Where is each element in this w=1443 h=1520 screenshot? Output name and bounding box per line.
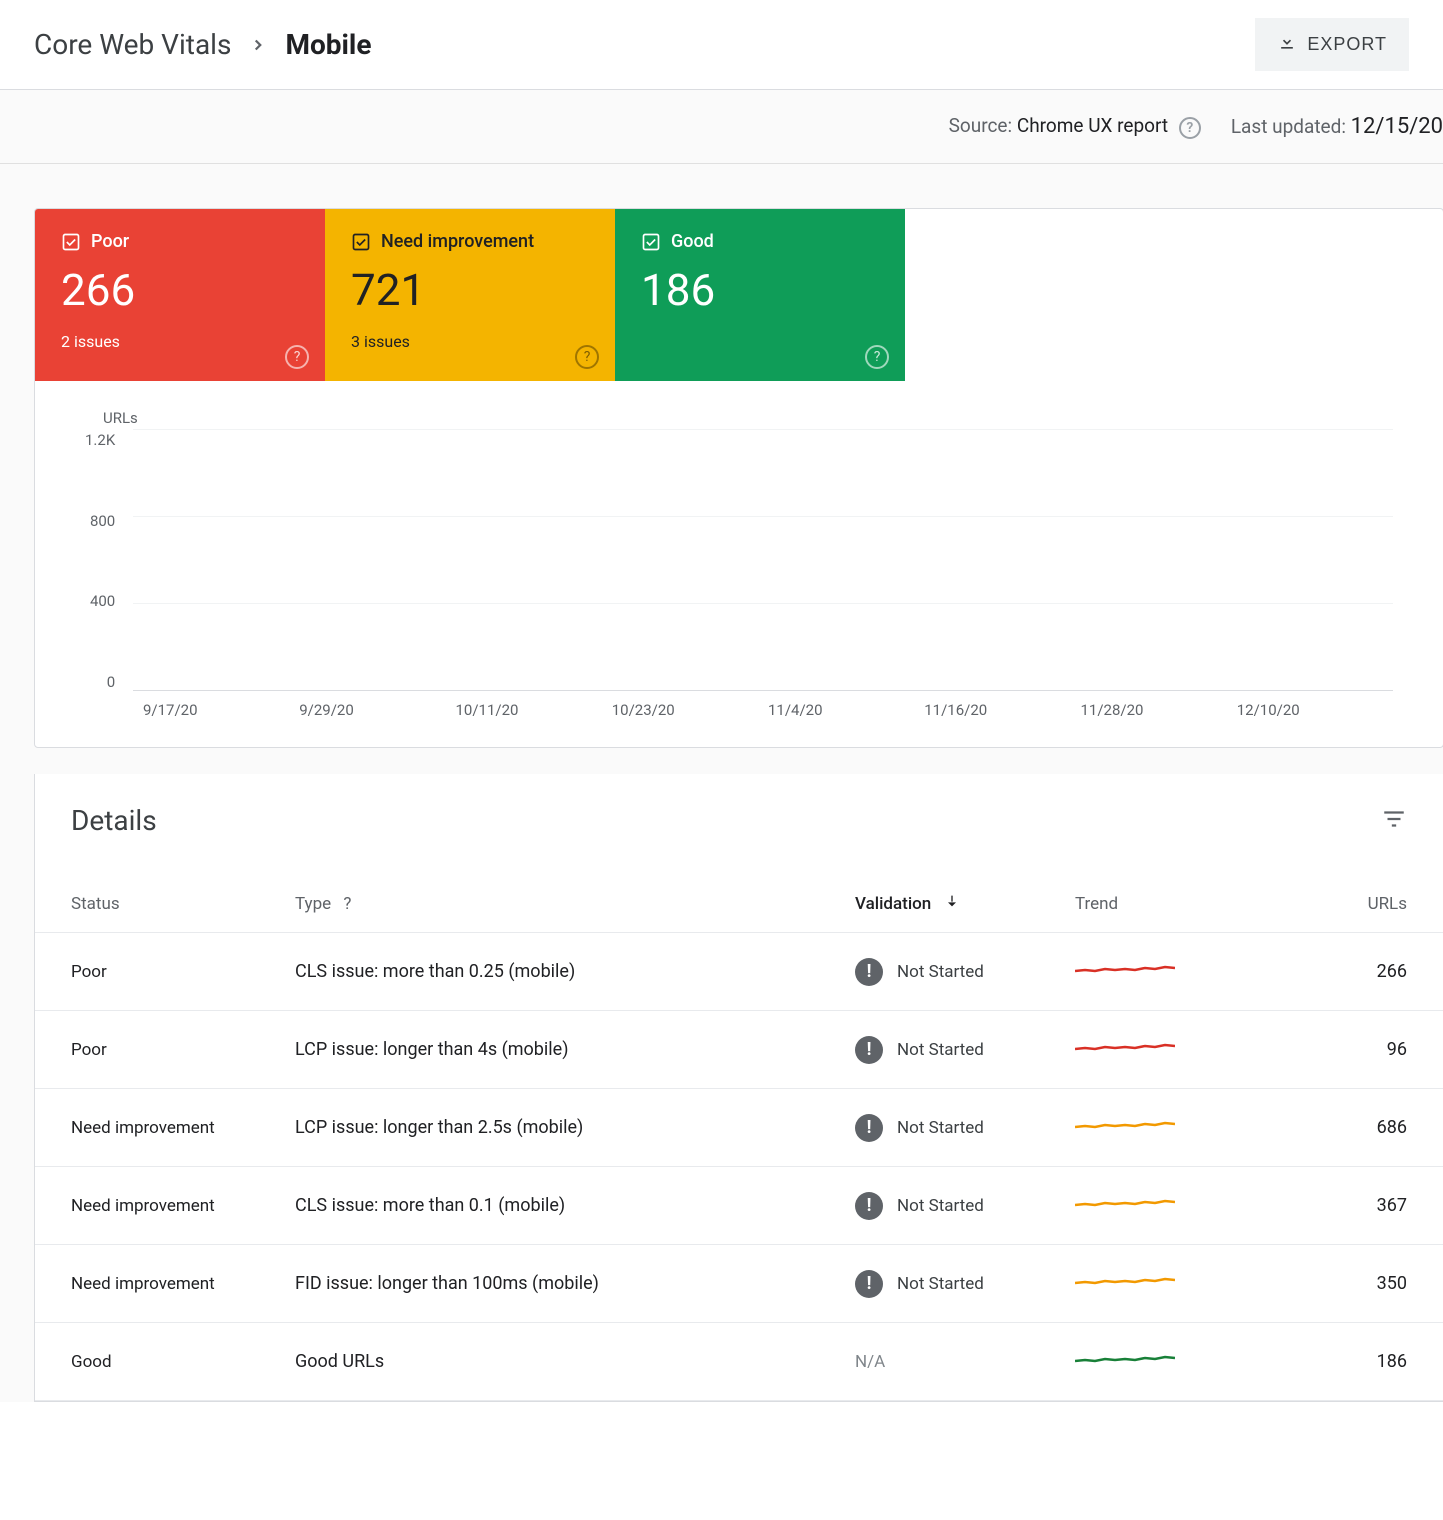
cell-trend	[1065, 1323, 1285, 1401]
summary-card: Poor 266 2 issues ? Need improvement 721…	[34, 208, 1443, 748]
cell-urls: 266	[1285, 933, 1443, 1011]
cell-validation: !Not Started	[845, 1011, 1065, 1089]
cell-trend	[1065, 933, 1285, 1011]
tile-issues: 2 issues	[61, 332, 299, 351]
meta-bar: Source: Chrome UX report ? Last updated:…	[0, 90, 1443, 164]
tile-count: 266	[61, 264, 299, 316]
cell-trend	[1065, 1167, 1285, 1245]
tile-count: 186	[641, 264, 879, 316]
alert-icon: !	[855, 1036, 883, 1064]
source-info: Source: Chrome UX report ?	[949, 114, 1201, 139]
details-title: Details	[71, 804, 157, 837]
cell-type: LCP issue: longer than 4s (mobile)	[285, 1011, 845, 1089]
cell-validation: !Not Started	[845, 1089, 1065, 1167]
cell-urls: 96	[1285, 1011, 1443, 1089]
download-icon	[1277, 32, 1297, 57]
tile-label: Poor	[91, 231, 129, 252]
cell-trend	[1065, 1011, 1285, 1089]
last-updated-value: 12/15/20	[1351, 114, 1443, 139]
col-header-urls[interactable]: URLs	[1285, 875, 1443, 933]
alert-icon: !	[855, 1270, 883, 1298]
alert-icon: !	[855, 958, 883, 986]
cell-status: Need improvement	[35, 1167, 285, 1245]
tile-count: 721	[351, 264, 589, 316]
cell-type: CLS issue: more than 0.1 (mobile)	[285, 1167, 845, 1245]
export-button[interactable]: EXPORT	[1255, 18, 1409, 71]
help-icon[interactable]: ?	[575, 345, 599, 369]
help-icon[interactable]: ?	[343, 894, 351, 914]
chart-plot-area	[133, 429, 1393, 691]
table-row[interactable]: Need improvementLCP issue: longer than 2…	[35, 1089, 1443, 1167]
cell-validation: !Not Started	[845, 1167, 1065, 1245]
cell-type: Good URLs	[285, 1323, 845, 1401]
table-row[interactable]: Need improvementFID issue: longer than 1…	[35, 1245, 1443, 1323]
chart-x-axis: 9/17/209/29/2010/11/2010/23/2011/4/2011/…	[143, 701, 1393, 719]
last-updated: Last updated: 12/15/20	[1231, 114, 1443, 139]
sort-descending-icon	[944, 893, 960, 914]
checkbox-checked-icon	[641, 232, 661, 252]
cell-type: LCP issue: longer than 2.5s (mobile)	[285, 1089, 845, 1167]
col-header-trend[interactable]: Trend	[1065, 875, 1285, 933]
chevron-right-icon	[249, 28, 267, 61]
cell-urls: 186	[1285, 1323, 1443, 1401]
cell-validation: !Not Started	[845, 933, 1065, 1011]
alert-icon: !	[855, 1114, 883, 1142]
col-header-type[interactable]: Type ?	[285, 875, 845, 933]
checkbox-checked-icon	[351, 232, 371, 252]
checkbox-checked-icon	[61, 232, 81, 252]
help-icon[interactable]: ?	[865, 345, 889, 369]
last-updated-label: Last updated:	[1231, 115, 1351, 138]
tile-poor[interactable]: Poor 266 2 issues ?	[35, 209, 325, 381]
summary-tiles: Poor 266 2 issues ? Need improvement 721…	[35, 209, 1443, 381]
table-row[interactable]: Need improvementCLS issue: more than 0.1…	[35, 1167, 1443, 1245]
col-header-validation-label: Validation	[855, 894, 931, 914]
cell-type: FID issue: longer than 100ms (mobile)	[285, 1245, 845, 1323]
cell-urls: 367	[1285, 1167, 1443, 1245]
filter-icon[interactable]	[1381, 806, 1407, 836]
cell-validation: !Not Started	[845, 1245, 1065, 1323]
urls-chart: URLs 1.2K8004000 9/17/209/29/2010/11/201…	[35, 381, 1443, 747]
tile-need-improvement[interactable]: Need improvement 721 3 issues ?	[325, 209, 615, 381]
tile-good[interactable]: Good 186 ?	[615, 209, 905, 381]
chart-y-title: URLs	[103, 409, 1393, 427]
top-bar: Core Web Vitals Mobile EXPORT	[0, 0, 1443, 90]
table-row[interactable]: PoorLCP issue: longer than 4s (mobile)!N…	[35, 1011, 1443, 1089]
cell-type: CLS issue: more than 0.25 (mobile)	[285, 933, 845, 1011]
details-card: Details Status Type ? Validation	[34, 774, 1443, 1402]
cell-trend	[1065, 1245, 1285, 1323]
col-header-status[interactable]: Status	[35, 875, 285, 933]
cell-urls: 350	[1285, 1245, 1443, 1323]
source-value: Chrome UX report	[1017, 114, 1168, 137]
cell-status: Need improvement	[35, 1245, 285, 1323]
help-icon[interactable]: ?	[285, 345, 309, 369]
breadcrumb-parent[interactable]: Core Web Vitals	[34, 28, 231, 61]
tile-label: Need improvement	[381, 231, 534, 252]
breadcrumb: Core Web Vitals Mobile	[34, 28, 371, 61]
breadcrumb-current: Mobile	[285, 28, 371, 61]
table-row[interactable]: GoodGood URLsN/A 186	[35, 1323, 1443, 1401]
col-header-validation[interactable]: Validation	[845, 875, 1065, 933]
cell-urls: 686	[1285, 1089, 1443, 1167]
tile-issues: 3 issues	[351, 332, 589, 351]
cell-status: Good	[35, 1323, 285, 1401]
col-header-type-label: Type	[295, 894, 331, 914]
help-icon[interactable]: ?	[1179, 117, 1201, 139]
table-row[interactable]: PoorCLS issue: more than 0.25 (mobile)!N…	[35, 933, 1443, 1011]
cell-trend	[1065, 1089, 1285, 1167]
export-label: EXPORT	[1307, 34, 1387, 55]
alert-icon: !	[855, 1192, 883, 1220]
chart-y-axis: 1.2K8004000	[85, 429, 115, 691]
tile-label: Good	[671, 231, 714, 252]
cell-status: Poor	[35, 1011, 285, 1089]
cell-validation: N/A	[845, 1323, 1065, 1401]
cell-status: Poor	[35, 933, 285, 1011]
details-table: Status Type ? Validation Trend URLs P	[35, 875, 1443, 1401]
cell-status: Need improvement	[35, 1089, 285, 1167]
source-label: Source:	[949, 114, 1017, 137]
